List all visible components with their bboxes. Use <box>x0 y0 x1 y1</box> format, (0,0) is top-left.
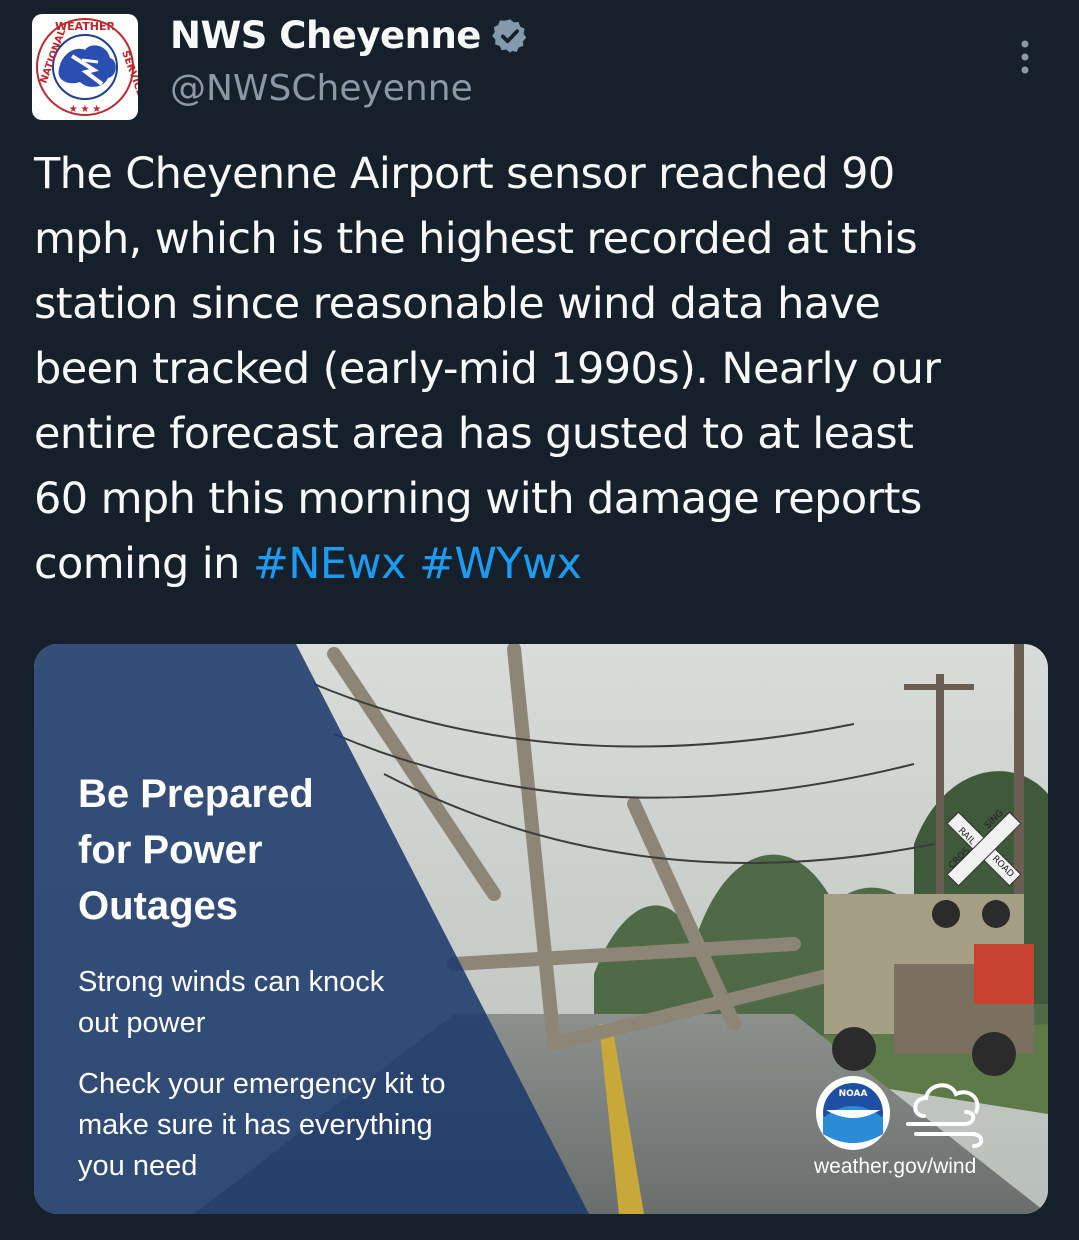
tweet-line-prefix: coming in <box>34 539 253 589</box>
card-body-line: out power <box>78 1007 206 1039</box>
tweet-line: mph, which is the highest recorded at th… <box>34 214 918 264</box>
card-body-line: make sure it has everything <box>78 1109 433 1141</box>
more-options-icon[interactable] <box>1010 36 1040 86</box>
railroad-crossing-sign-icon: RAIL SING CROS ROAD <box>946 809 1022 887</box>
card-body-line: you need <box>78 1150 198 1182</box>
account-handle[interactable]: @NWSCheyenne <box>170 68 473 109</box>
tweet-line: entire forecast area has gusted to at le… <box>34 409 914 459</box>
tweet-line: been tracked (early-mid 1990s). Nearly o… <box>34 344 941 394</box>
tweet-line-last: coming in #NEwx #WYwx <box>34 532 1044 597</box>
card-title: Be Prepared for Power Outages <box>78 766 408 934</box>
hashtag-wywx[interactable]: #WYwx <box>419 539 582 589</box>
noaa-label: NOAA <box>839 1089 868 1099</box>
account-name-row[interactable]: NWS Cheyenne <box>170 14 529 57</box>
card-body-line: Strong winds can knock <box>78 966 385 998</box>
card-body-line: Check your emergency kit to <box>78 1068 446 1100</box>
wind-icon <box>906 1083 984 1148</box>
display-name[interactable]: NWS Cheyenne <box>170 14 481 57</box>
verified-badge-icon <box>492 18 527 53</box>
tweet-line: The Cheyenne Airport sensor reached 90 <box>34 149 895 199</box>
svg-text:★ ★ ★: ★ ★ ★ <box>69 104 101 115</box>
media-image[interactable]: RAIL SING CROS ROAD Be Prepared for Powe… <box>34 644 1048 1214</box>
tweet-line: station since reasonable wind data have <box>34 279 881 329</box>
avatar[interactable]: WEATHER NATIONAL SERVICE ★ ★ ★ <box>32 14 138 120</box>
nws-logo-icon: WEATHER NATIONAL SERVICE ★ ★ ★ <box>36 18 138 116</box>
hashtag-newx[interactable]: #NEwx <box>253 539 407 589</box>
noaa-logo-icon: NOAA <box>816 1076 890 1150</box>
card-title-line: Outages <box>78 884 239 928</box>
card-url: weather.gov/wind <box>814 1155 977 1178</box>
card-title-line: Be Prepared <box>78 772 314 816</box>
card-title-line: for Power <box>78 828 263 872</box>
tweet-line: 60 mph this morning with damage reports <box>34 474 922 524</box>
tweet-text: The Cheyenne Airport sensor reached 90 m… <box>34 142 1044 597</box>
